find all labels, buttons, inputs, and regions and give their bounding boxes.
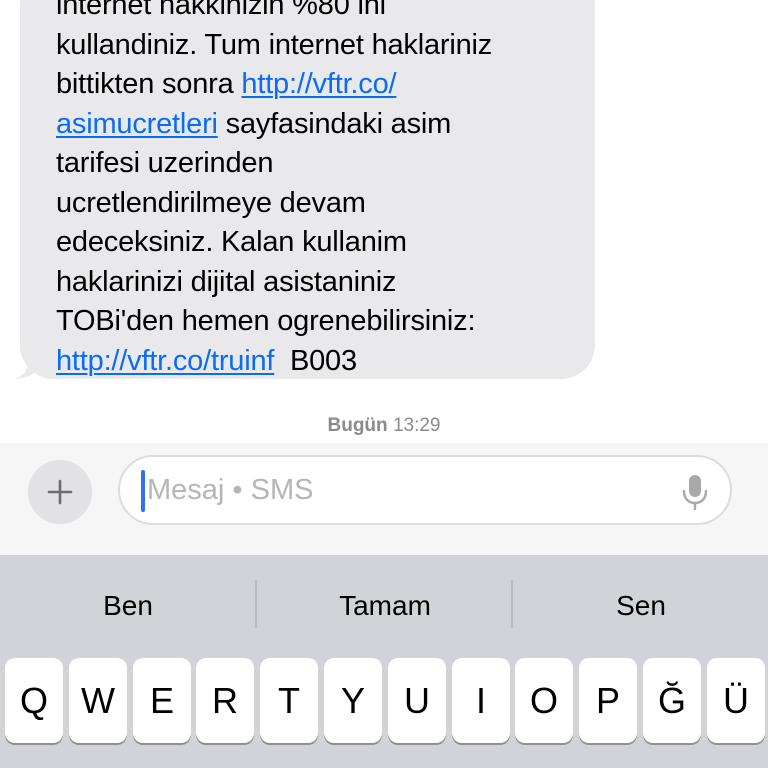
key-u-umlaut[interactable]: Ü [707, 658, 765, 743]
key-p[interactable]: P [579, 658, 637, 743]
message-line: asimucretleri sayfasindaki asim [56, 105, 586, 145]
message-timestamp: Bugün 13:29 [0, 415, 768, 437]
key-i[interactable]: I [452, 658, 510, 743]
message-line: edeceksiniz. Kalan kullanim [56, 226, 407, 258]
message-line: TOBi'den hemen ogrenebilirsiniz: [56, 305, 476, 337]
key-t[interactable]: T [260, 658, 318, 743]
message-line: internet hakkinizin %80 ini [56, 0, 386, 21]
suggestion-sen[interactable]: Sen [513, 590, 768, 622]
key-o[interactable]: O [515, 658, 573, 743]
add-attachment-button[interactable] [28, 460, 92, 524]
message-text-segment: bittikten sonra [56, 68, 242, 100]
plus-icon [47, 479, 73, 505]
key-u[interactable]: U [388, 658, 446, 743]
text-caret [141, 470, 145, 512]
key-r[interactable]: R [196, 658, 254, 743]
message-placeholder: Mesaj • SMS [147, 474, 314, 506]
key-y[interactable]: Y [324, 658, 382, 743]
message-line: kullandiniz. Tum internet haklariniz [56, 28, 493, 61]
timestamp-day: Bugün [327, 415, 388, 436]
link-truinf[interactable]: http://vftr.co/truinf [56, 345, 274, 377]
microphone-icon[interactable] [682, 474, 708, 510]
bubble-tail [14, 352, 40, 379]
message-line: ucretlendirilmeye devam [56, 186, 366, 219]
key-q[interactable]: Q [5, 658, 63, 743]
message-line: bittikten sonra http://vftr.co/ [56, 65, 586, 105]
link-asimucretleri[interactable]: http://vftr.co/ [241, 68, 396, 100]
message-line: http://vftr.co/truinf B003 [56, 342, 586, 382]
key-e[interactable]: E [133, 658, 191, 743]
suggestion-tamam[interactable]: Tamam [257, 590, 513, 622]
suggestion-ben[interactable]: Ben [0, 590, 256, 622]
timestamp-time: 13:29 [392, 415, 441, 436]
message-line: haklarinizi dijital asistaniniz [56, 265, 397, 298]
message-text: internet hakkinizin %80 ini kullandiniz.… [56, 0, 586, 381]
key-g-breve[interactable]: Ğ [643, 658, 701, 743]
message-code: B003 [274, 344, 357, 377]
key-w[interactable]: W [69, 658, 127, 743]
message-line: tarifesi uzerinden [56, 147, 274, 179]
link-asimucretleri-cont[interactable]: asimucretleri [56, 108, 218, 140]
message-text-segment: sayfasindaki asim [217, 107, 452, 140]
